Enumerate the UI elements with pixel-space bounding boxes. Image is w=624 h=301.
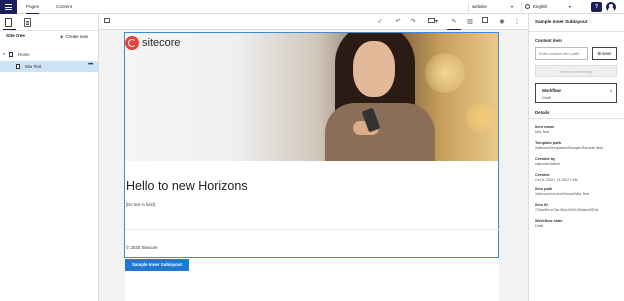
detail-label: Item path [535, 186, 553, 191]
components-icon[interactable] [480, 17, 490, 27]
create-new-button[interactable]: + Create new [60, 34, 88, 41]
avatar[interactable] [606, 2, 616, 12]
edit-icon[interactable]: ✎ [447, 17, 461, 30]
tree-item-label: Home [18, 52, 30, 57]
create-new-label: Create new [65, 34, 88, 39]
device-icon[interactable]: ▾ [426, 17, 440, 27]
language-select[interactable]: English ▾ [521, 2, 573, 12]
page-heading[interactable]: Hello to new Horizons [126, 179, 248, 193]
browse-button[interactable]: Browse [592, 47, 617, 60]
divider [529, 31, 624, 32]
chevron-down-icon: ▾ [568, 4, 571, 9]
content-item-title: Content item [535, 38, 562, 43]
collapse-panel-icon[interactable] [102, 17, 112, 27]
divider [125, 229, 499, 230]
tree-item-label: Mia Test [25, 64, 42, 69]
detail-value: Mia Test [535, 130, 550, 134]
plus-icon: + [60, 35, 64, 41]
top-bar: Pages Content website ▾ English ▾ ? [0, 0, 624, 14]
detail-value: sitecore\Admin [535, 162, 561, 166]
workflow-title: Workflow [542, 88, 561, 93]
detail-label: Created by [535, 156, 556, 161]
workflow-button[interactable]: Workflow Draft › [535, 83, 617, 103]
content-item-path-input[interactable] [535, 47, 588, 60]
rendering-title: Sample Inner Sublayout [535, 19, 588, 24]
more-options-icon[interactable]: ••• [88, 60, 93, 71]
undo-icon[interactable]: ↶ [393, 17, 403, 27]
check-icon[interactable]: ✓ [375, 17, 385, 27]
left-panel: Site tree + Create new ▾ Home Mia Test ••… [0, 14, 99, 301]
detail-value: 723ac9be-e7ba-42ca-b925-540abe4551fe [535, 208, 599, 212]
redo-icon[interactable]: ↷ [408, 17, 418, 27]
globe-icon [525, 4, 530, 9]
site-select[interactable]: website ▾ [468, 2, 515, 12]
preview-icon[interactable]: ◉ [497, 17, 507, 27]
selected-rendering-chip[interactable]: Sample Inner Sublayout [125, 259, 189, 271]
detail-label: Workflow state [535, 218, 563, 223]
chevron-down-icon[interactable]: ▾ [3, 49, 5, 60]
chevron-down-icon: ▾ [510, 4, 513, 9]
remove-rendering-button[interactable]: Remove rendering [535, 65, 617, 77]
site-tree-title: Site tree [6, 34, 25, 39]
tab-content[interactable]: Content [56, 0, 72, 14]
detail-label: Item name [535, 124, 555, 129]
editor-canvas: sitecore Hello to new Horizons [No text … [99, 30, 528, 301]
analytics-icon[interactable]: ▥ [465, 17, 475, 27]
site-select-value: website [472, 4, 487, 9]
tree-item-home[interactable]: ▾ Home [0, 49, 98, 60]
detail-value: Draft [535, 224, 544, 228]
tab-pages[interactable]: Pages [26, 0, 40, 14]
detail-label: Created [535, 172, 550, 177]
editor-toolbar: ✓ ↶ ↷ ▾ ✎ ▥ ◉ ⋮ [99, 14, 528, 30]
detail-label: Template path [535, 140, 562, 145]
page-icon [16, 64, 20, 69]
detail-value: /sitecore/content/Home/Mia Test [535, 192, 590, 196]
empty-text-field[interactable]: [No text in field] [126, 202, 155, 207]
chevron-right-icon: › [610, 89, 612, 95]
divider [529, 118, 624, 119]
tree-item-mia-test[interactable]: Mia Test ••• [0, 61, 98, 72]
detail-value: Oct 8, 2020, 11:45:27 AM [535, 178, 578, 182]
right-panel: Sample Inner Sublayout Content item Brow… [528, 14, 624, 301]
details-title: Details [535, 110, 550, 115]
detail-label: Item ID [535, 202, 548, 207]
more-icon[interactable]: ⋮ [512, 17, 522, 27]
page-tree-icon[interactable] [3, 18, 16, 31]
workflow-state: Draft [542, 95, 551, 100]
page-list-icon[interactable] [24, 18, 31, 27]
language-select-value: English [533, 4, 548, 9]
selected-rendering-frame[interactable] [124, 32, 499, 258]
help-button[interactable]: ? [591, 2, 602, 12]
detail-value: /sitecore/templates/Sample/Sample Item [535, 146, 604, 150]
copyright-text[interactable]: © 2020 Sitecore [126, 245, 158, 250]
menu-icon[interactable] [0, 0, 17, 14]
left-panel-tabs [0, 14, 98, 31]
page-icon [9, 52, 13, 57]
